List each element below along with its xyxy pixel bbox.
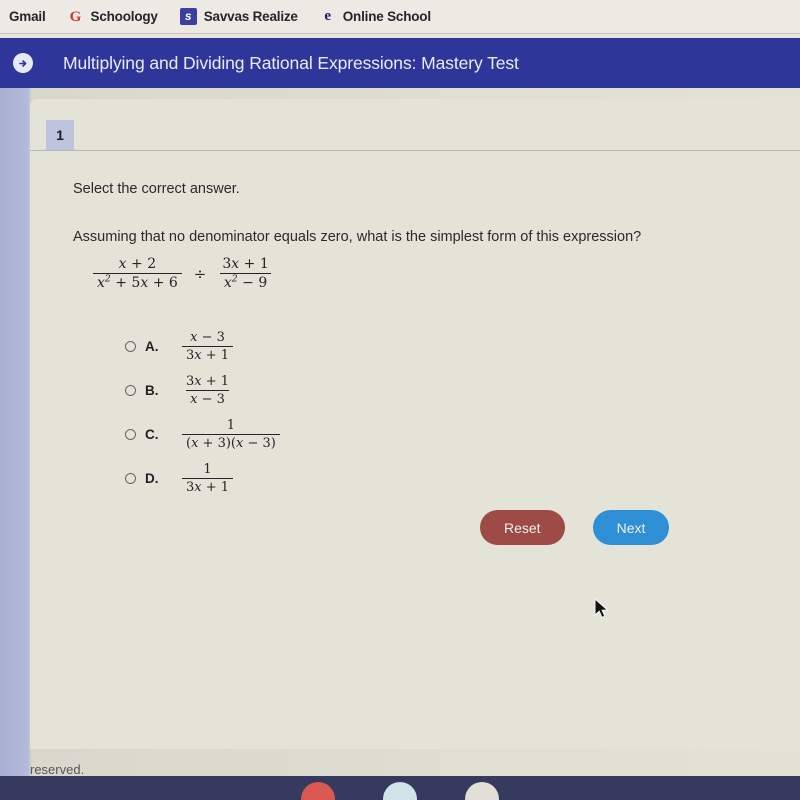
- taskbar-app-teal[interactable]: [383, 782, 417, 800]
- taskbar-app-red[interactable]: [301, 782, 335, 800]
- savvas-s-icon: s: [179, 8, 197, 25]
- app-header: Multiplying and Dividing Rational Expres…: [0, 38, 800, 88]
- fraction-denominator: 3x + 1: [182, 345, 234, 363]
- bookmark-savvas-realize[interactable]: s Savvas Realize: [179, 8, 298, 25]
- fraction-denominator: x2 + 5x + 6: [93, 273, 182, 291]
- expression-right-fraction: 3x + 1 x2 − 9: [218, 256, 272, 291]
- fraction-numerator: 1: [203, 461, 212, 477]
- fraction-numerator: 3x + 1: [186, 373, 230, 389]
- option-d-fraction: 1 3x + 1: [182, 461, 234, 495]
- page-background: 1 Select the correct answer. Assuming th…: [0, 88, 800, 800]
- division-operator-icon: ÷: [193, 264, 207, 283]
- radio-button-b[interactable]: [125, 384, 136, 396]
- fraction-denominator: 3x + 1: [182, 477, 234, 495]
- option-letter: A.: [145, 338, 159, 354]
- option-d[interactable]: D. 1 3x + 1: [125, 456, 283, 500]
- taskbar-app-white[interactable]: [465, 782, 499, 800]
- option-a[interactable]: A. x − 3 3x + 1: [125, 324, 283, 368]
- next-button[interactable]: Next: [592, 510, 670, 545]
- action-button-row: Reset Next: [480, 510, 670, 545]
- bookmark-gmail[interactable]: Gmail: [0, 9, 46, 25]
- answer-options-list: A. x − 3 3x + 1 B. 3x + 1 x − 3 C. 1 (x …: [125, 324, 283, 500]
- circle-arrow-icon: [13, 53, 33, 73]
- gmail-icon: [0, 9, 2, 25]
- bookmark-label: Gmail: [9, 9, 46, 24]
- header-nav-button[interactable]: [0, 53, 46, 73]
- radio-button-d[interactable]: [125, 472, 136, 484]
- option-b-fraction: 3x + 1 x − 3: [182, 374, 233, 407]
- option-letter: C.: [145, 426, 159, 442]
- fraction-numerator: 1: [226, 417, 236, 433]
- fraction-denominator: (x + 3)(x − 3): [182, 433, 280, 451]
- fraction-denominator: x2 − 9: [219, 273, 272, 291]
- bookmark-label: Schoology: [90, 9, 158, 24]
- assessment-content-card: 1 Select the correct answer. Assuming th…: [30, 99, 800, 777]
- bookmark-online-school[interactable]: e Online School: [320, 7, 431, 25]
- option-b[interactable]: B. 3x + 1 x − 3: [125, 368, 283, 412]
- fraction-numerator: x − 3: [190, 329, 225, 345]
- question-expression: x + 2 x2 + 5x + 6 ÷ 3x + 1 x2 − 9: [90, 256, 276, 291]
- bookmark-label: Online School: [342, 9, 431, 24]
- option-a-fraction: x − 3 3x + 1: [182, 329, 234, 363]
- tab-divider: [30, 150, 800, 151]
- option-c[interactable]: C. 1 (x + 3)(x − 3): [125, 412, 283, 456]
- question-prompt: Assuming that no denominator equals zero…: [73, 229, 642, 245]
- bookmark-schoology[interactable]: G Schoology: [68, 9, 158, 25]
- os-taskbar: [0, 776, 800, 800]
- fraction-numerator: x + 2: [118, 256, 157, 272]
- copyright-text: reserved.: [30, 762, 85, 777]
- browser-bookmarks-bar: Gmail G Schoology s Savvas Realize e Onl…: [0, 0, 800, 34]
- bookmark-label: Savvas Realize: [203, 9, 298, 24]
- question-number-tab[interactable]: 1: [46, 120, 74, 150]
- edge-e-icon: e: [324, 7, 332, 24]
- radio-button-c[interactable]: [125, 428, 136, 440]
- expression-left-fraction: x + 2 x2 + 5x + 6: [93, 256, 182, 291]
- page-title: Multiplying and Dividing Rational Expres…: [63, 52, 519, 73]
- option-letter: B.: [145, 382, 159, 398]
- google-g-icon: G: [69, 8, 82, 25]
- radio-button-a[interactable]: [125, 340, 136, 352]
- option-c-fraction: 1 (x + 3)(x − 3): [182, 418, 280, 451]
- arrow-right-glyph: [18, 59, 26, 67]
- instruction-text: Select the correct answer.: [73, 181, 240, 197]
- fraction-denominator: x − 3: [186, 389, 229, 407]
- fraction-numerator: 3x + 1: [222, 256, 269, 272]
- option-letter: D.: [145, 470, 159, 486]
- reset-button[interactable]: Reset: [480, 510, 565, 545]
